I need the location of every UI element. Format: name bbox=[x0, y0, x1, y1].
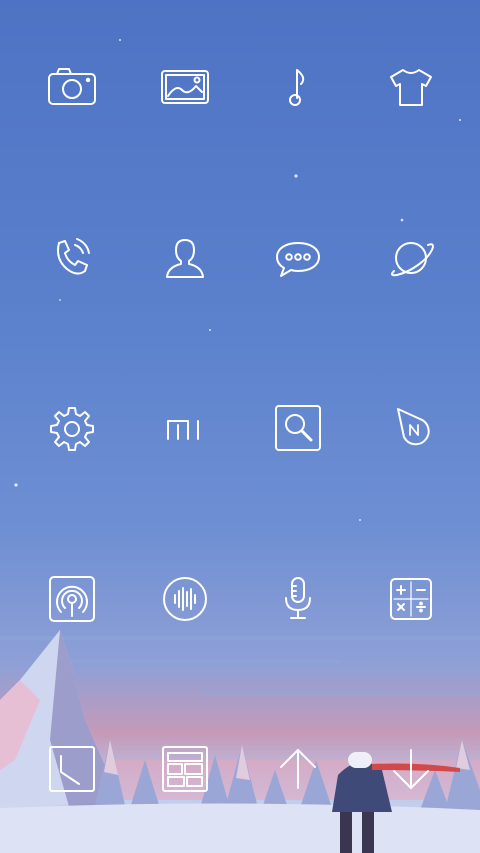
clock-icon[interactable] bbox=[42, 739, 102, 799]
snow-ground bbox=[0, 803, 480, 853]
compass-icon[interactable] bbox=[381, 398, 441, 458]
microphone-icon[interactable] bbox=[268, 569, 328, 629]
search-icon[interactable] bbox=[268, 398, 328, 458]
browser-icon[interactable] bbox=[381, 228, 441, 288]
settings-icon[interactable] bbox=[42, 398, 102, 458]
calculator-icon[interactable] bbox=[381, 569, 441, 629]
contacts-icon[interactable] bbox=[155, 228, 215, 288]
phone-icon[interactable] bbox=[42, 228, 102, 288]
gallery-icon[interactable] bbox=[155, 57, 215, 117]
mi-icon[interactable] bbox=[155, 398, 215, 458]
hotspot-icon[interactable] bbox=[42, 569, 102, 629]
voice-recorder-icon[interactable] bbox=[155, 569, 215, 629]
apps-grid-icon[interactable] bbox=[155, 739, 215, 799]
messages-icon[interactable] bbox=[268, 228, 328, 288]
music-icon[interactable] bbox=[268, 57, 328, 117]
camera-icon[interactable] bbox=[42, 57, 102, 117]
download-arrow-icon[interactable] bbox=[381, 739, 441, 799]
themes-icon[interactable] bbox=[381, 57, 441, 117]
update-arrow-icon[interactable] bbox=[268, 739, 328, 799]
